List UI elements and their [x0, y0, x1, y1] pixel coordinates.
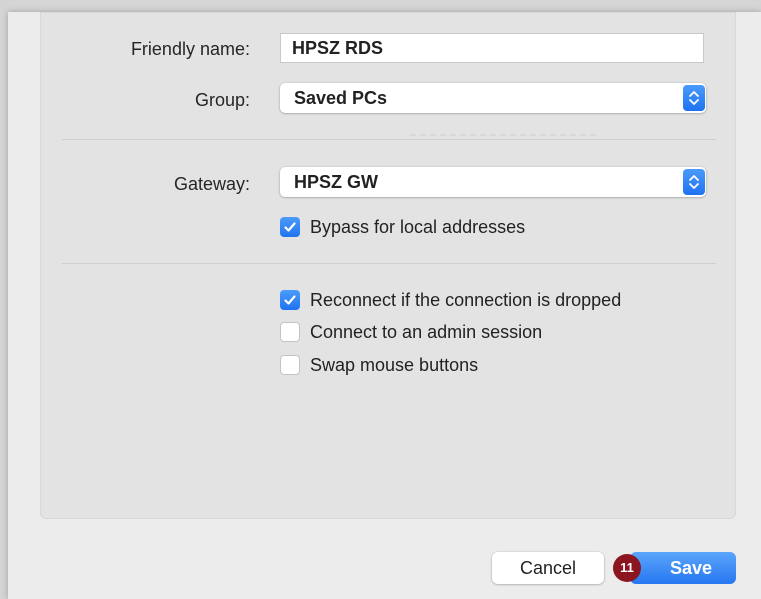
admin-session-option[interactable]: Connect to an admin session	[280, 320, 542, 344]
gateway-select[interactable]: HPSZ GW	[280, 167, 706, 197]
step-number-badge: 11	[613, 554, 641, 582]
separator-2	[62, 263, 716, 264]
admin-session-label: Connect to an admin session	[310, 321, 543, 342]
group-select[interactable]: Saved PCs	[280, 83, 706, 113]
group-label: Group:	[194, 90, 250, 110]
save-button[interactable]: Save	[630, 552, 736, 584]
gateway-label: Gateway:	[173, 174, 250, 194]
settings-panel: Friendly name: HPSZ RDS Group: Saved PCs…	[40, 12, 736, 519]
reconnect-label: Reconnect if the connection is dropped	[310, 289, 622, 310]
swap-mouse-checkbox[interactable]	[280, 355, 300, 375]
edit-pc-dialog: Friendly name: HPSZ RDS Group: Saved PCs…	[8, 12, 761, 599]
swap-mouse-label: Swap mouse buttons	[310, 354, 479, 375]
separator-1	[62, 139, 716, 140]
gateway-select-value: HPSZ GW	[294, 172, 378, 192]
bypass-checkbox[interactable]	[280, 217, 300, 237]
reconnect-option[interactable]: Reconnect if the connection is dropped	[280, 288, 621, 312]
checkmark-icon	[284, 295, 296, 305]
reconnect-checkbox[interactable]	[280, 290, 300, 310]
save-button-label: Save	[669, 558, 713, 578]
cancel-button[interactable]: Cancel	[492, 552, 604, 584]
faint-divider	[410, 134, 600, 136]
checkmark-icon	[284, 222, 296, 232]
friendly-name-label: Friendly name:	[130, 39, 250, 59]
friendly-name-input[interactable]: HPSZ RDS	[280, 33, 704, 63]
swap-mouse-option[interactable]: Swap mouse buttons	[280, 353, 478, 377]
admin-session-checkbox[interactable]	[280, 322, 300, 342]
chevron-up-down-icon	[683, 85, 705, 111]
chevron-up-down-icon	[683, 169, 705, 195]
bypass-option[interactable]: Bypass for local addresses	[280, 215, 525, 239]
group-select-value: Saved PCs	[294, 88, 388, 108]
bypass-label: Bypass for local addresses	[310, 216, 526, 237]
